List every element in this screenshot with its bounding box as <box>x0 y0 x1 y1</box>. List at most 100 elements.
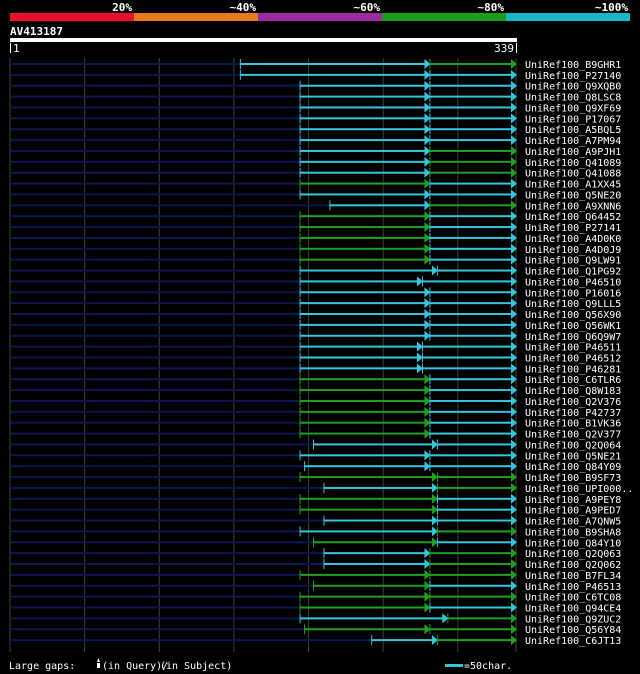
hit-label[interactable]: UniRef100_Q9LLL5 <box>525 299 621 310</box>
hit-label[interactable]: UniRef100_Q2Q063 <box>525 549 621 560</box>
hit-label[interactable]: UniRef100_Q9XF69 <box>525 103 621 114</box>
hit-label[interactable]: UniRef100_Q9LW91 <box>525 256 621 267</box>
hit-label[interactable]: UniRef100_A4D0K0 <box>525 234 621 245</box>
hit-row[interactable]: UniRef100_Q64452 <box>10 211 621 223</box>
hit-row[interactable]: UniRef100_Q9XF69 <box>10 102 621 114</box>
hit-label[interactable]: UniRef100_A4D0J9 <box>525 245 621 256</box>
hit-label[interactable]: UniRef100_Q2V377 <box>525 430 621 441</box>
hit-label[interactable]: UniRef100_Q1PG92 <box>525 267 621 278</box>
hit-label[interactable]: UniRef100_Q5NE20 <box>525 190 621 201</box>
hit-label[interactable]: UniRef100_A9PJH1 <box>525 147 621 158</box>
hit-row[interactable]: UniRef100_Q8LSC8 <box>10 91 621 104</box>
hit-label[interactable]: UniRef100_Q5NE21 <box>525 451 621 462</box>
hit-row[interactable]: UniRef100_Q2Q063 <box>10 548 621 560</box>
hit-row[interactable]: UniRef100_Q9ZUC2 <box>10 613 621 625</box>
hit-label[interactable]: UniRef100_C6TLR6 <box>525 375 621 386</box>
hit-label[interactable]: UniRef100_Q8W183 <box>525 386 621 397</box>
hit-row[interactable]: UniRef100_Q9LW91 <box>10 254 621 267</box>
hit-label[interactable]: UniRef100_Q94CE4 <box>525 604 621 615</box>
hit-row[interactable]: UniRef100_Q41089 <box>10 156 621 169</box>
hit-row[interactable]: UniRef100_Q2Q062 <box>10 559 621 571</box>
hit-label[interactable]: UniRef100_A9XNN6 <box>525 201 621 212</box>
hit-label[interactable]: UniRef100_Q2V376 <box>525 397 621 408</box>
hit-row[interactable]: UniRef100_Q9XQB0 <box>10 80 621 93</box>
hit-label[interactable]: UniRef100_A9PEY8 <box>525 495 621 506</box>
hit-row[interactable]: UniRef100_P16016 <box>10 287 621 299</box>
hit-label[interactable]: UniRef100_P46511 <box>525 343 621 354</box>
hit-label[interactable]: UniRef100_A7QNW5 <box>525 517 621 528</box>
hit-label[interactable]: UniRef100_Q64452 <box>525 212 621 223</box>
hit-label[interactable]: UniRef100_B9SHA8 <box>525 527 621 538</box>
hit-label[interactable]: UniRef100_UPI000.. <box>525 484 633 495</box>
hit-row[interactable]: UniRef100_Q5NE21 <box>10 450 621 462</box>
hit-row[interactable]: UniRef100_C6JT13 <box>10 635 621 647</box>
hit-label[interactable]: UniRef100_B9SF73 <box>525 473 621 484</box>
hit-row[interactable]: UniRef100_A9PED7 <box>10 504 621 517</box>
hit-row[interactable]: UniRef100_P46511 <box>10 341 621 354</box>
hit-label[interactable]: UniRef100_P27140 <box>525 71 621 82</box>
hit-row[interactable]: UniRef100_B9SF73 <box>10 472 621 484</box>
hit-row[interactable]: UniRef100_P46512 <box>10 352 621 364</box>
hit-row[interactable]: UniRef100_A7QNW5 <box>10 515 621 528</box>
hit-row[interactable]: UniRef100_P17067 <box>10 113 621 125</box>
hit-label[interactable]: UniRef100_Q2Q062 <box>525 560 621 571</box>
hit-row[interactable]: UniRef100_C6TLR6 <box>10 374 621 386</box>
hit-label[interactable]: UniRef100_P42737 <box>525 408 621 419</box>
hit-row[interactable]: UniRef100_A4D0J9 <box>10 243 621 256</box>
hit-label[interactable]: UniRef100_P17067 <box>525 114 621 125</box>
hit-row[interactable]: UniRef100_P46510 <box>10 276 621 288</box>
hit-row[interactable]: UniRef100_A9PJH1 <box>10 145 621 158</box>
hit-label[interactable]: UniRef100_P46510 <box>525 277 621 288</box>
hit-row[interactable]: UniRef100_Q84Y09 <box>10 461 621 473</box>
hit-label[interactable]: UniRef100_Q56X90 <box>525 310 621 321</box>
hit-label[interactable]: UniRef100_Q84Y09 <box>525 462 621 473</box>
hit-row[interactable]: UniRef100_Q56X90 <box>10 309 621 321</box>
hit-row[interactable]: UniRef100_Q2Q064 <box>10 439 621 451</box>
hit-row[interactable]: UniRef100_B9SHA8 <box>10 526 621 538</box>
hit-label[interactable]: UniRef100_B1VK36 <box>525 419 621 430</box>
hit-label[interactable]: UniRef100_B7FL34 <box>525 571 621 582</box>
hit-label[interactable]: UniRef100_Q84Y10 <box>525 538 621 549</box>
hit-row[interactable]: UniRef100_P27141 <box>10 222 621 234</box>
hit-label[interactable]: UniRef100_Q9XQB0 <box>525 82 621 93</box>
hit-label[interactable]: UniRef100_P46512 <box>525 353 621 364</box>
hit-label[interactable]: UniRef100_C6JT13 <box>525 636 621 647</box>
hit-row[interactable]: UniRef100_A4D0K0 <box>10 232 621 245</box>
hit-row[interactable]: UniRef100_Q5NE20 <box>10 189 621 201</box>
hit-label[interactable]: UniRef100_Q56WK1 <box>525 321 621 332</box>
hit-label[interactable]: UniRef100_B9GHR1 <box>525 60 621 71</box>
hit-row[interactable]: UniRef100_A9XNN6 <box>10 200 621 212</box>
hit-label[interactable]: UniRef100_Q41089 <box>525 158 621 169</box>
hit-row[interactable]: UniRef100_P42737 <box>10 406 621 419</box>
hit-label[interactable]: UniRef100_A5BQL5 <box>525 125 621 136</box>
hit-row[interactable]: UniRef100_Q41088 <box>10 167 621 180</box>
hit-row[interactable]: UniRef100_A1XX45 <box>10 178 621 191</box>
hit-label[interactable]: UniRef100_P46513 <box>525 582 621 593</box>
hit-row[interactable]: UniRef100_B9GHR1 <box>10 59 621 71</box>
hit-row[interactable]: UniRef100_Q9LLL5 <box>10 298 621 310</box>
hit-row[interactable]: UniRef100_P27140 <box>10 69 621 82</box>
hit-row[interactable]: UniRef100_Q56Y84 <box>10 624 621 636</box>
hit-row[interactable]: UniRef100_Q2V376 <box>10 395 621 408</box>
hit-row[interactable]: UniRef100_UPI000.. <box>10 482 633 495</box>
hit-row[interactable]: UniRef100_Q94CE4 <box>10 602 621 615</box>
hit-row[interactable]: UniRef100_Q8W183 <box>10 385 621 397</box>
hit-label[interactable]: UniRef100_A9PED7 <box>525 506 621 517</box>
hit-row[interactable]: UniRef100_Q6Q9W7 <box>10 330 621 343</box>
hit-label[interactable]: UniRef100_Q41088 <box>525 169 621 180</box>
hit-label[interactable]: UniRef100_Q9ZUC2 <box>525 614 621 625</box>
hit-row[interactable]: UniRef100_A9PEY8 <box>10 493 621 506</box>
hit-row[interactable]: UniRef100_Q2V377 <box>10 428 621 441</box>
hit-label[interactable]: UniRef100_P27141 <box>525 223 621 234</box>
hit-label[interactable]: UniRef100_A1XX45 <box>525 180 621 191</box>
hit-row[interactable]: UniRef100_A5BQL5 <box>10 124 621 136</box>
hit-row[interactable]: UniRef100_Q1PG92 <box>10 265 621 278</box>
hit-label[interactable]: UniRef100_P16016 <box>525 288 621 299</box>
hit-label[interactable]: UniRef100_Q56Y84 <box>525 625 621 636</box>
hit-label[interactable]: UniRef100_Q6Q9W7 <box>525 332 621 343</box>
hit-row[interactable]: UniRef100_B7FL34 <box>10 569 621 582</box>
hit-row[interactable]: UniRef100_Q84Y10 <box>10 537 621 549</box>
hit-label[interactable]: UniRef100_Q8LSC8 <box>525 93 621 104</box>
hit-row[interactable]: UniRef100_B1VK36 <box>10 417 621 430</box>
hit-label[interactable]: UniRef100_P46281 <box>525 364 621 375</box>
